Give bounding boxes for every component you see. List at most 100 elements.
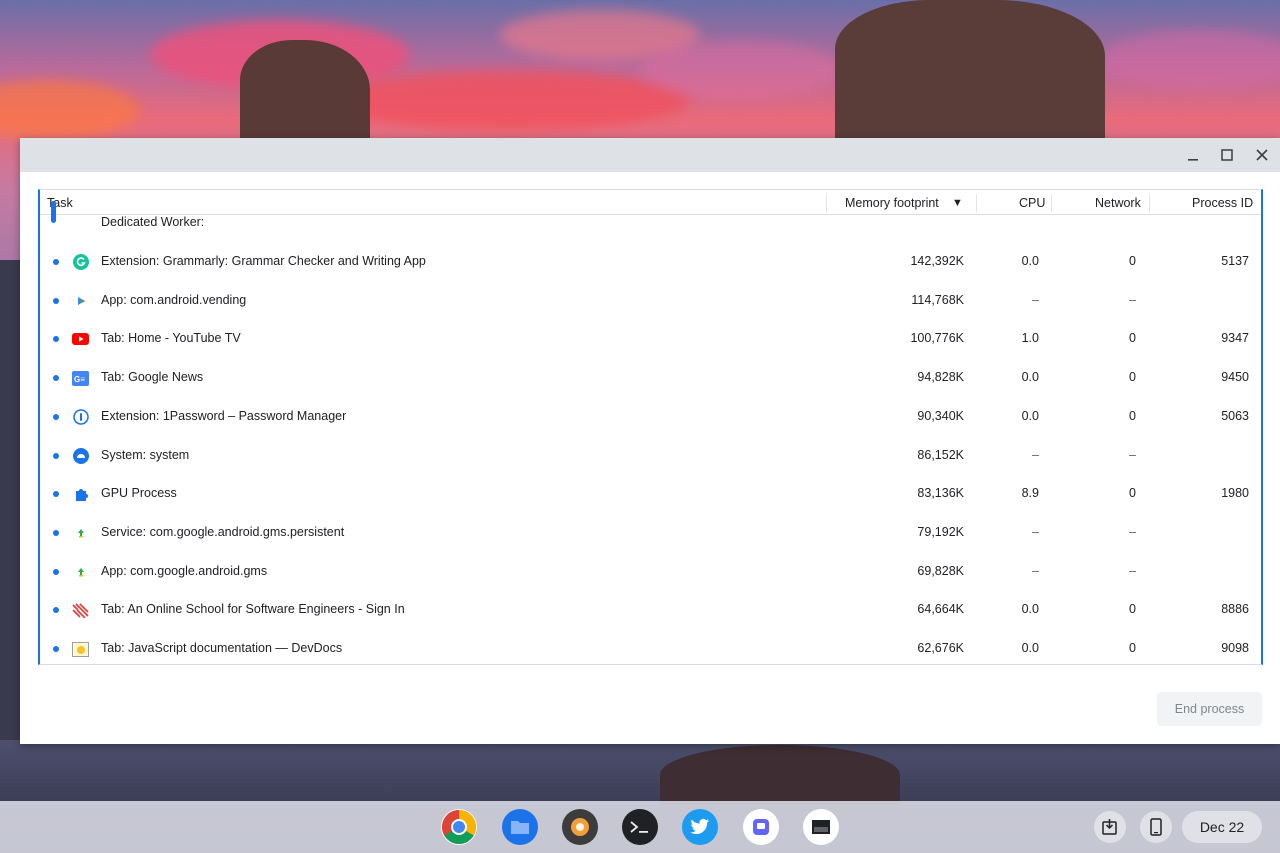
selection-marker — [51, 201, 56, 223]
memory-value: 94,828K — [917, 370, 964, 385]
task-name: App: com.google.android.gms — [101, 563, 268, 578]
table-row[interactable]: Tab: An Online School for Software Engin… — [40, 591, 1261, 630]
process-id-value: 9450 — [1221, 370, 1249, 385]
grammarly-icon — [72, 254, 89, 271]
holding-space-button[interactable] — [1094, 811, 1126, 843]
phone-icon — [1150, 818, 1162, 836]
task-name: Dedicated Worker: — [101, 215, 205, 230]
android-icon — [72, 563, 89, 580]
app-launcher-item[interactable] — [562, 809, 598, 845]
files-app[interactable] — [502, 809, 538, 845]
table-row[interactable]: Extension: 1Password – Password Manager 9… — [40, 398, 1261, 437]
close-icon — [1256, 149, 1268, 161]
memory-value: 62,676K — [917, 641, 964, 656]
row-bullet — [53, 568, 59, 575]
mastodon-app[interactable] — [743, 809, 779, 845]
memory-value: 86,152K — [917, 447, 964, 462]
table-row[interactable]: Tab: JavaScript documentation — DevDocs 6… — [40, 630, 1261, 664]
system-icon — [72, 447, 89, 464]
table-row[interactable]: G≡ Tab: Google News 94,828K 0.0 0 9450 — [40, 359, 1261, 398]
network-value: – — [1129, 292, 1136, 307]
table-row[interactable]: Service: com.google.android.gms.persiste… — [40, 514, 1261, 553]
table-row[interactable]: App: com.google.android.gms 69,828K – – — [40, 552, 1261, 591]
process-id-value: 9098 — [1221, 641, 1249, 656]
maximize-button[interactable] — [1210, 138, 1244, 172]
puzzle-icon — [72, 486, 89, 503]
cpu-value: – — [1032, 292, 1039, 307]
devdocs-icon — [72, 641, 89, 658]
app-icon — [571, 818, 589, 836]
memory-value: 90,340K — [917, 408, 964, 423]
task-name: Extension: 1Password – Password Manager — [101, 408, 347, 423]
cpu-value: 0.0 — [1021, 641, 1039, 656]
minimize-button[interactable] — [1176, 138, 1210, 172]
cpu-value: 0.0 — [1021, 370, 1039, 385]
task-manager-window: Task Memory footprint ▼ CPU Network Proc… — [20, 138, 1280, 744]
terminal-app[interactable] — [622, 809, 658, 845]
process-id-value: 5063 — [1221, 408, 1249, 423]
phone-hub-button[interactable] — [1140, 811, 1172, 843]
task-name: App: com.android.vending — [101, 292, 247, 307]
cpu-value: 0.0 — [1021, 602, 1039, 617]
twitter-app[interactable] — [682, 809, 718, 845]
table-row[interactable]: Extension: Grammarly: Grammar Checker an… — [40, 243, 1261, 282]
row-bullet — [53, 336, 59, 343]
svg-text:G≡: G≡ — [74, 375, 85, 384]
task-name: Extension: Grammarly: Grammar Checker an… — [101, 254, 426, 269]
screenshot-app[interactable] — [803, 809, 839, 845]
task-name: Service: com.google.android.gms.persiste… — [101, 524, 345, 539]
cpu-value: – — [1032, 447, 1039, 462]
table-row[interactable]: Tab: Home - YouTube TV 100,776K 1.0 0 9347 — [40, 320, 1261, 359]
twitter-icon — [690, 818, 710, 835]
shelf: Dec 22 — [0, 801, 1280, 853]
row-bullet — [53, 491, 59, 498]
cpu-value: – — [1032, 563, 1039, 578]
network-value: 0 — [1129, 602, 1136, 617]
memory-value: 79,192K — [917, 524, 964, 539]
task-name: GPU Process — [101, 486, 177, 501]
memory-value: 100,776K — [910, 331, 964, 346]
table-row[interactable]: GPU Process 83,136K 8.9 0 1980 — [40, 475, 1261, 514]
school-icon — [72, 602, 89, 619]
memory-value: 69,828K — [917, 563, 964, 578]
date-button[interactable]: Dec 22 — [1182, 811, 1262, 843]
process-id-value: 5137 — [1221, 254, 1249, 269]
network-value: 0 — [1129, 408, 1136, 423]
memory-value: 114,768K — [911, 292, 964, 307]
process-id-value: 8886 — [1221, 602, 1249, 617]
table-row[interactable]: Dedicated Worker: — [40, 201, 1261, 243]
cpu-value: 1.0 — [1021, 331, 1039, 346]
task-table[interactable]: Task Memory footprint ▼ CPU Network Proc… — [38, 189, 1263, 665]
mastodon-icon — [753, 819, 769, 835]
youtube-icon — [72, 331, 89, 348]
task-name: Tab: Home - YouTube TV — [101, 331, 241, 346]
row-bullet — [53, 297, 59, 304]
memory-value: 83,136K — [917, 486, 964, 501]
cpu-value: 8.9 — [1021, 486, 1039, 501]
row-bullet — [53, 529, 59, 536]
table-row[interactable]: App: com.android.vending 114,768K – – — [40, 281, 1261, 320]
network-value: 0 — [1129, 331, 1136, 346]
android-icon — [72, 524, 89, 541]
close-button[interactable] — [1245, 138, 1279, 172]
network-value: 0 — [1129, 254, 1136, 269]
memory-value: 142,392K — [910, 254, 964, 269]
row-bullet — [53, 413, 59, 420]
row-bullet — [53, 607, 59, 614]
network-value: – — [1129, 447, 1136, 462]
chrome-icon — [442, 810, 476, 844]
cpu-value: 0.0 — [1021, 408, 1039, 423]
minimize-icon — [1188, 159, 1198, 161]
screenshot-icon — [812, 820, 830, 834]
task-name: Tab: An Online School for Software Engin… — [101, 602, 405, 617]
network-value: 0 — [1129, 486, 1136, 501]
chrome-app[interactable] — [441, 809, 477, 845]
network-value: – — [1129, 524, 1136, 539]
table-row[interactable]: System: system 86,152K – – — [40, 436, 1261, 475]
memory-value: 64,664K — [917, 602, 964, 617]
process-id-value: 1980 — [1221, 486, 1249, 501]
files-icon — [511, 821, 529, 834]
end-process-button[interactable]: End process — [1157, 692, 1262, 726]
title-bar[interactable] — [20, 138, 1280, 172]
task-name: System: system — [101, 447, 190, 462]
